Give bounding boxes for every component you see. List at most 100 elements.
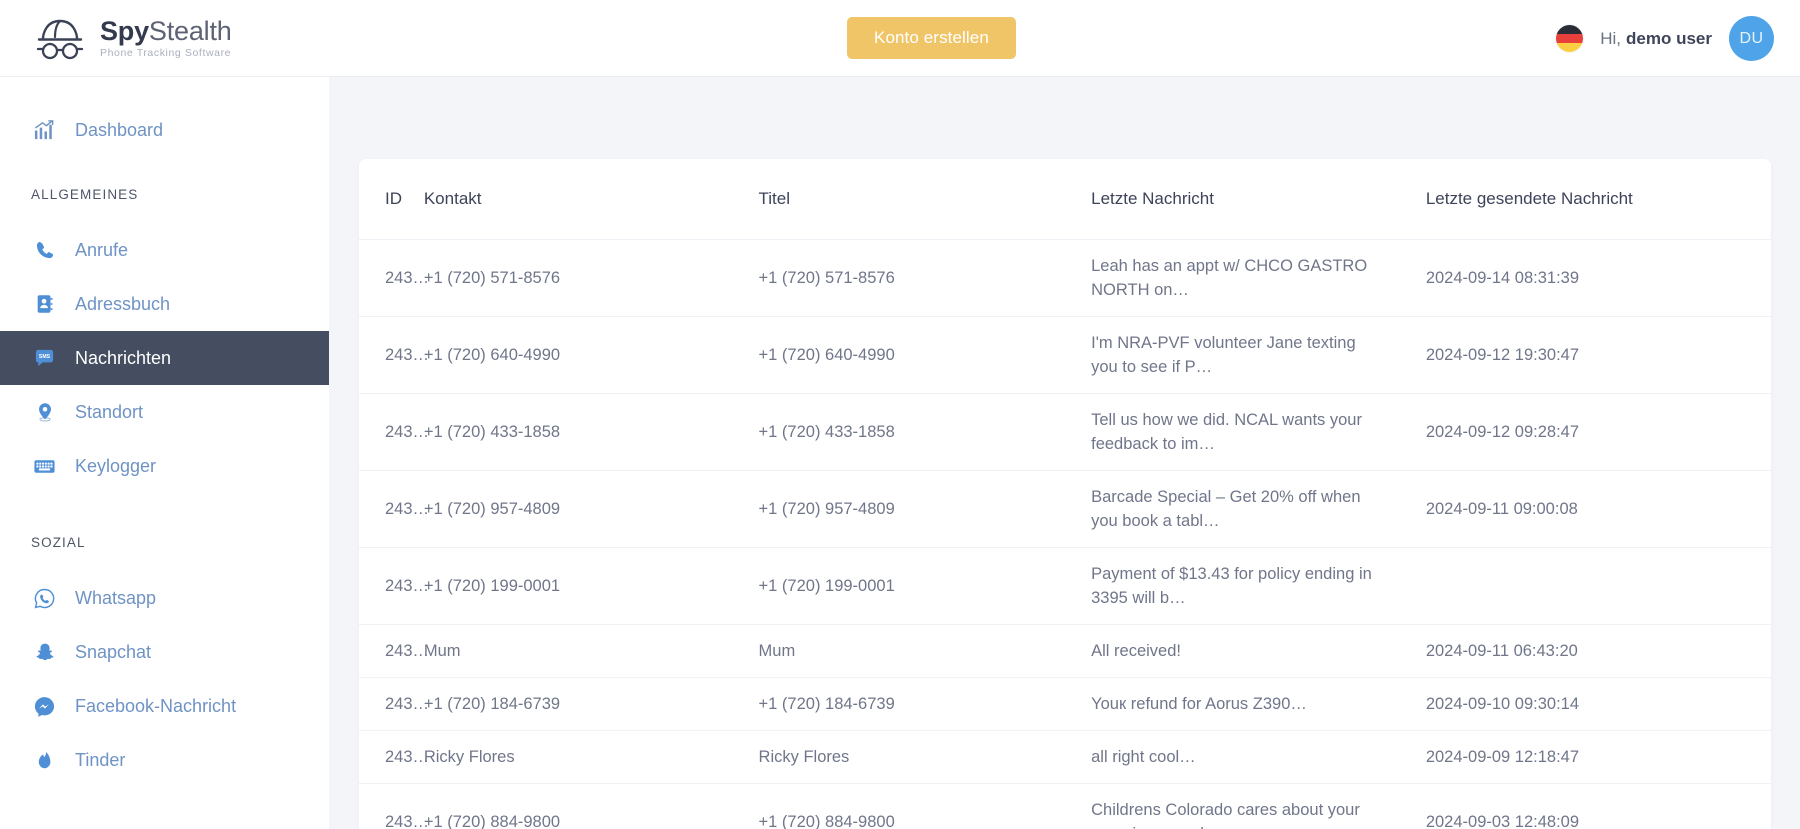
cell-titel: Mum [758,624,1092,678]
sidebar-item-label: Facebook-Nachricht [75,695,237,716]
sidebar-item-adressbuch[interactable]: Adressbuch [0,277,329,331]
sidebar-item-standort[interactable]: Standort [0,385,329,439]
cell-kontakt: +1 (720) 640-4990 [423,316,759,394]
cell-kontakt: +1 (720) 957-4809 [423,470,759,548]
create-account-cta-wrap: Konto erstellen [847,17,1016,59]
cell-id: 243… [385,813,430,829]
user-greeting: Hi, demo user [1600,29,1712,49]
sidebar-item-keylogger[interactable]: Keylogger [0,439,329,493]
cell-letzte-gesendete: 2024-09-11 09:00:08 [1425,470,1771,548]
main-content: ID Kontakt Titel Letzte Nachricht Letzte… [329,77,1800,829]
table-header-row: ID Kontakt Titel Letzte Nachricht Letzte… [359,159,1771,240]
cell-letzte-gesendete: 2024-09-03 12:48:09 [1425,813,1580,829]
column-header-titel[interactable]: Titel [758,159,1092,240]
cell-id: 243… [359,547,429,625]
sidebar-item-facebook-nachricht[interactable]: Facebook-Nachricht [0,679,329,733]
sidebar-item-label: Snapchat [75,641,152,662]
keyboard-icon [31,453,58,480]
german-flag-icon[interactable] [1556,25,1584,52]
cell-id: 243… [359,470,429,548]
bar-chart-growth-icon [31,117,58,144]
incognito-hat-glasses-icon [34,15,86,61]
greeting-prefix: Hi, [1600,28,1622,48]
cell-titel: +1 (720) 640-4990 [758,316,1092,394]
sidebar-item-label: Dashboard [75,119,164,140]
cell-id: 243… [359,730,429,784]
tinder-flame-icon [31,747,58,774]
column-header-letzte-gesendete-nachricht[interactable]: Letzte gesendete Nachricht [1425,159,1771,240]
user-name: demo user [1626,28,1712,48]
cell-letzte-gesendete: 2024-09-10 09:30:14 [1425,677,1771,731]
cell-letzte-nachricht: Leah has an appt w/ CHCO GASTRO NORTH on… [1091,239,1426,317]
sidebar-item-tinder[interactable]: Tinder [0,733,329,787]
brand-name-thin: Stealth [148,16,232,46]
column-header-letzte-nachricht[interactable]: Letzte Nachricht [1091,159,1426,240]
cell-id: 243… [359,677,429,731]
cell-letzte-gesendete: 2024-09-12 19:30:47 [1425,316,1771,394]
table-row[interactable]: 243… +1 (720) 640-4990 +1 (720) 640-4990 I'… [359,316,1771,394]
sidebar-item-anrufe[interactable]: Anrufe [0,223,329,277]
sms-bubble-icon: SMS [31,345,58,372]
sidebar: Dashboard ALLGEMEINES Anrufe Adressbuch … [0,77,329,829]
cell-titel: +1 (720) 184-6739 [758,677,1092,731]
cell-letzte-nachricht: all right cool… [1091,730,1426,784]
cell-titel: +1 (720) 884-9800 [758,813,895,829]
sidebar-group-allgemeines: ALLGEMEINES [31,187,139,202]
table-row[interactable]: 243… +1 (720) 433-1858 +1 (720) 433-1858 Te… [359,393,1771,471]
table-row[interactable]: 243… +1 (720) 957-4809 +1 (720) 957-4809 Ba… [359,470,1771,548]
table-row[interactable]: 243… +1 (720) 199-0001 +1 (720) 199-0001 Pa… [359,547,1771,625]
svg-text:SMS: SMS [39,353,51,359]
snapchat-ghost-icon [31,639,58,666]
sidebar-item-snapchat[interactable]: Snapchat [0,625,329,679]
table-body: 243… +1 (720) 571-8576 +1 (720) 571-8576 Le… [359,239,1771,829]
sidebar-item-label: Nachrichten [75,347,172,368]
brand-text: SpyStealth Phone Tracking Software [100,17,232,59]
column-header-id[interactable]: ID [359,159,424,240]
sidebar-item-label: Anrufe [75,239,129,260]
cell-letzte-nachricht: Childrens Colorado cares about your expe… [1091,801,1360,829]
cell-letzte-gesendete: 2024-09-11 06:43:20 [1425,624,1771,678]
table-row[interactable]: 243… Mum Mum All received! 2024-09-11 06:43:… [359,624,1771,678]
cell-id: 243… [359,316,429,394]
table-row[interactable]: 243… +1 (720) 884-9800 +1 (720) 884-9800 Ch… [359,784,1771,829]
sidebar-item-dashboard[interactable]: Dashboard [0,103,329,157]
messages-table: ID Kontakt Titel Letzte Nachricht Letzte… [359,159,1771,829]
brand-tagline: Phone Tracking Software [100,47,232,59]
brand-logo[interactable]: SpyStealth Phone Tracking Software [34,15,232,61]
header-user-area: Hi, demo user DU [1556,0,1774,77]
cell-letzte-nachricht: All received! [1091,624,1426,678]
cell-letzte-gesendete: 2024-09-09 12:18:47 [1425,730,1771,784]
cell-letzte-nachricht: Youк refund for Aorus Z390… [1091,677,1426,731]
phone-icon [31,237,58,264]
cell-id: 243… [359,624,429,678]
table-head: ID Kontakt Titel Letzte Nachricht Letzte… [359,159,1771,240]
sidebar-item-label: Standort [75,401,144,422]
cell-kontakt: Ricky Flores [423,730,759,784]
cell-id: 243… [359,239,429,317]
cell-kontakt: +1 (720) 884-9800 [423,813,561,829]
cell-letzte-nachricht: Tell us how we did. NCAL wants your feed… [1091,393,1426,471]
sidebar-item-whatsapp[interactable]: Whatsapp [0,571,329,625]
sidebar-item-nachrichten[interactable]: SMS Nachrichten [0,331,329,385]
table-row[interactable]: 243… Ricky Flores Ricky Flores all right co… [359,730,1771,784]
cell-letzte-gesendete [1425,547,1771,625]
create-account-button[interactable]: Konto erstellen [847,17,1016,59]
cell-kontakt: +1 (720) 184-6739 [423,677,759,731]
cell-letzte-nachricht: I'm NRA-PVF volunteer Jane texting you t… [1091,316,1426,394]
facebook-messenger-icon [31,693,58,720]
cell-titel: +1 (720) 433-1858 [758,393,1092,471]
cell-kontakt: +1 (720) 199-0001 [423,547,759,625]
avatar[interactable]: DU [1729,16,1774,61]
column-header-kontakt[interactable]: Kontakt [423,159,759,240]
sidebar-item-label: Whatsapp [75,587,157,608]
table-row[interactable]: 243… +1 (720) 571-8576 +1 (720) 571-8576 Le… [359,239,1771,317]
cell-id: 243… [359,393,429,471]
whatsapp-icon [31,585,58,612]
cell-titel: +1 (720) 957-4809 [758,470,1092,548]
sidebar-item-label: Adressbuch [75,293,171,314]
table-row[interactable]: 243… +1 (720) 184-6739 +1 (720) 184-6739 Yo… [359,677,1771,731]
sidebar-item-label: Keylogger [75,455,157,476]
map-pin-icon [31,399,58,426]
cell-letzte-nachricht: Barcade Special – Get 20% off when you b… [1091,470,1426,548]
cell-letzte-nachricht: Payment of $13.43 for policy ending in 3… [1091,547,1426,625]
